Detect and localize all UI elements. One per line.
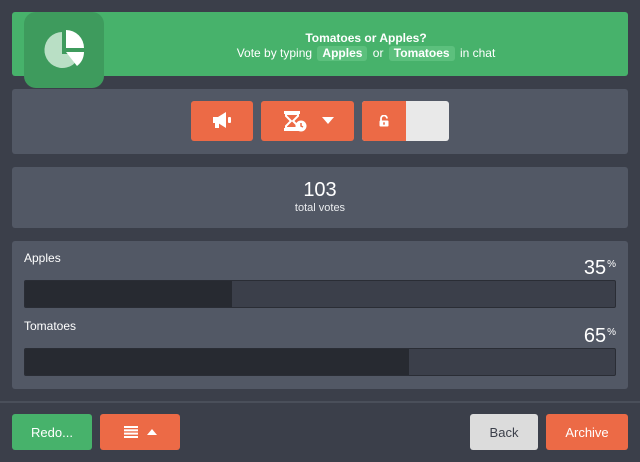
option-bar-tomatoes [24,348,616,376]
keyword-tomatoes: Tomatoes [388,46,455,61]
list-icon [123,426,138,438]
announce-button[interactable] [191,101,253,141]
total-votes-count: 103 [303,179,337,201]
poll-banner: Tomatoes or Apples? Vote by typing Apple… [12,12,628,88]
list-menu-button[interactable] [100,414,180,450]
caret-down-icon [321,117,334,125]
poll-instruction: Vote by typing Apples or Tomatoes in cha… [104,46,628,61]
back-button[interactable]: Back [470,414,538,450]
back-label: Back [489,424,519,440]
instruction-suffix: in chat [459,46,496,60]
redo-button[interactable]: Redo... [12,414,92,450]
option-bar-apples [24,280,616,308]
total-votes-label: total votes [294,202,346,214]
instruction-prefix: Vote by typing [236,46,313,60]
redo-label: Redo... [31,424,73,440]
caret-up-icon [146,429,157,435]
pie-chart-icon [24,12,104,88]
option-percent-apples: 35% [583,257,616,279]
instruction-connector: or [372,46,384,60]
timer-dropdown-button[interactable] [261,101,354,141]
unlock-icon [378,115,390,127]
lock-toggle-knob[interactable] [362,101,406,141]
total-votes-panel: 103 total votes [12,167,628,228]
poll-title: Tomatoes or Apples? [305,31,427,45]
footer-divider [0,401,640,403]
poll-question: Tomatoes or Apples? Vote by typing Apple… [104,31,628,61]
keyword-apples: Apples [317,46,368,61]
megaphone-icon [211,111,233,132]
results-panel: Apples 35% Tomatoes 65% [12,241,628,389]
option-label-tomatoes: Tomatoes [24,319,77,333]
hourglass-clock-icon [282,110,308,132]
option-bar-fill-apples [25,281,232,307]
option-percent-tomatoes: 65% [583,325,616,347]
option-label-apples: Apples [24,251,61,265]
option-bar-fill-tomatoes [25,349,409,375]
archive-label: Archive [565,424,609,440]
archive-button[interactable]: Archive [546,414,628,450]
